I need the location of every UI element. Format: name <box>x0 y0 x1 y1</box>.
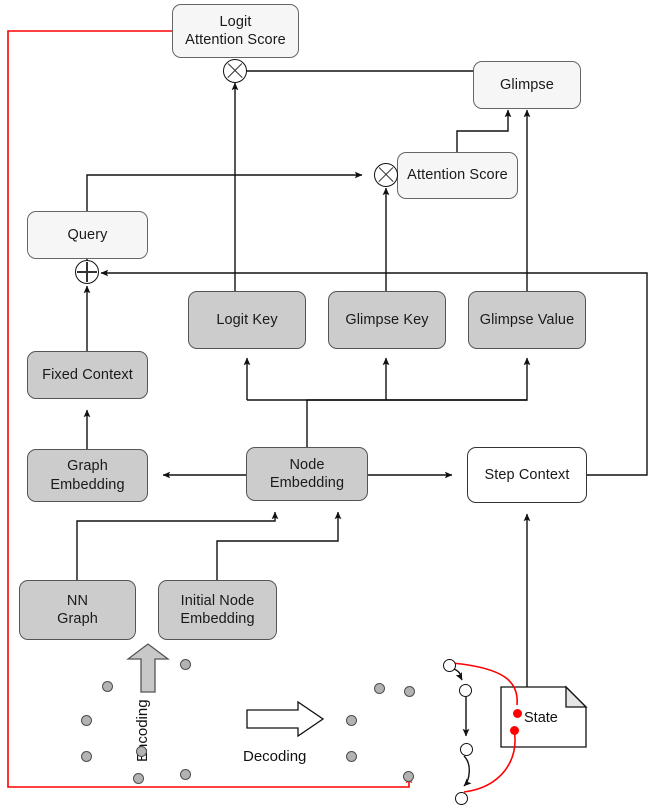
encoding-arrow-icon <box>126 643 170 693</box>
add-operator-query <box>75 260 99 284</box>
node-node-embedding[interactable]: Node Embedding <box>246 447 368 501</box>
route-node <box>455 792 468 805</box>
scatter-dot <box>81 715 92 726</box>
node-query[interactable]: Query <box>27 211 148 259</box>
scatter-dot <box>180 769 191 780</box>
route-node <box>459 684 472 697</box>
node-attention-score[interactable]: Attention Score <box>397 152 518 199</box>
decoding-arrow-icon <box>246 700 325 738</box>
scatter-dot <box>346 751 357 762</box>
node-step-context[interactable]: Step Context <box>467 447 587 503</box>
node-glimpse[interactable]: Glimpse <box>473 61 581 109</box>
scatter-dot <box>374 683 385 694</box>
diagram-connectors <box>7 30 648 793</box>
scatter-dot <box>102 681 113 692</box>
node-nn-graph[interactable]: NN Graph <box>19 580 136 640</box>
state-anchor-dot <box>513 709 522 718</box>
scatter-dot <box>403 771 414 782</box>
scatter-dot <box>133 773 144 784</box>
decoding-label: Decoding <box>243 748 307 765</box>
scatter-dot <box>81 751 92 762</box>
scatter-dot <box>346 715 357 726</box>
node-graph-embedding[interactable]: Graph Embedding <box>27 449 148 502</box>
scatter-dot <box>136 746 147 757</box>
state-label: State <box>524 710 558 726</box>
diagram-canvas: Logit Attention Score Glimpse Attention … <box>0 0 656 811</box>
multiply-operator-logit <box>223 59 247 83</box>
state-anchor-dot <box>510 726 519 735</box>
scatter-dot <box>180 659 191 670</box>
route-node <box>460 743 473 756</box>
multiply-operator-attention <box>374 163 398 187</box>
node-logit-attention-score[interactable]: Logit Attention Score <box>172 4 299 58</box>
node-fixed-context[interactable]: Fixed Context <box>27 351 148 399</box>
node-initial-node-embedding[interactable]: Initial Node Embedding <box>158 580 277 640</box>
node-glimpse-value[interactable]: Glimpse Value <box>468 291 586 349</box>
route-node <box>443 659 456 672</box>
node-glimpse-key[interactable]: Glimpse Key <box>328 291 446 349</box>
scatter-dot <box>404 686 415 697</box>
node-logit-key[interactable]: Logit Key <box>188 291 306 349</box>
